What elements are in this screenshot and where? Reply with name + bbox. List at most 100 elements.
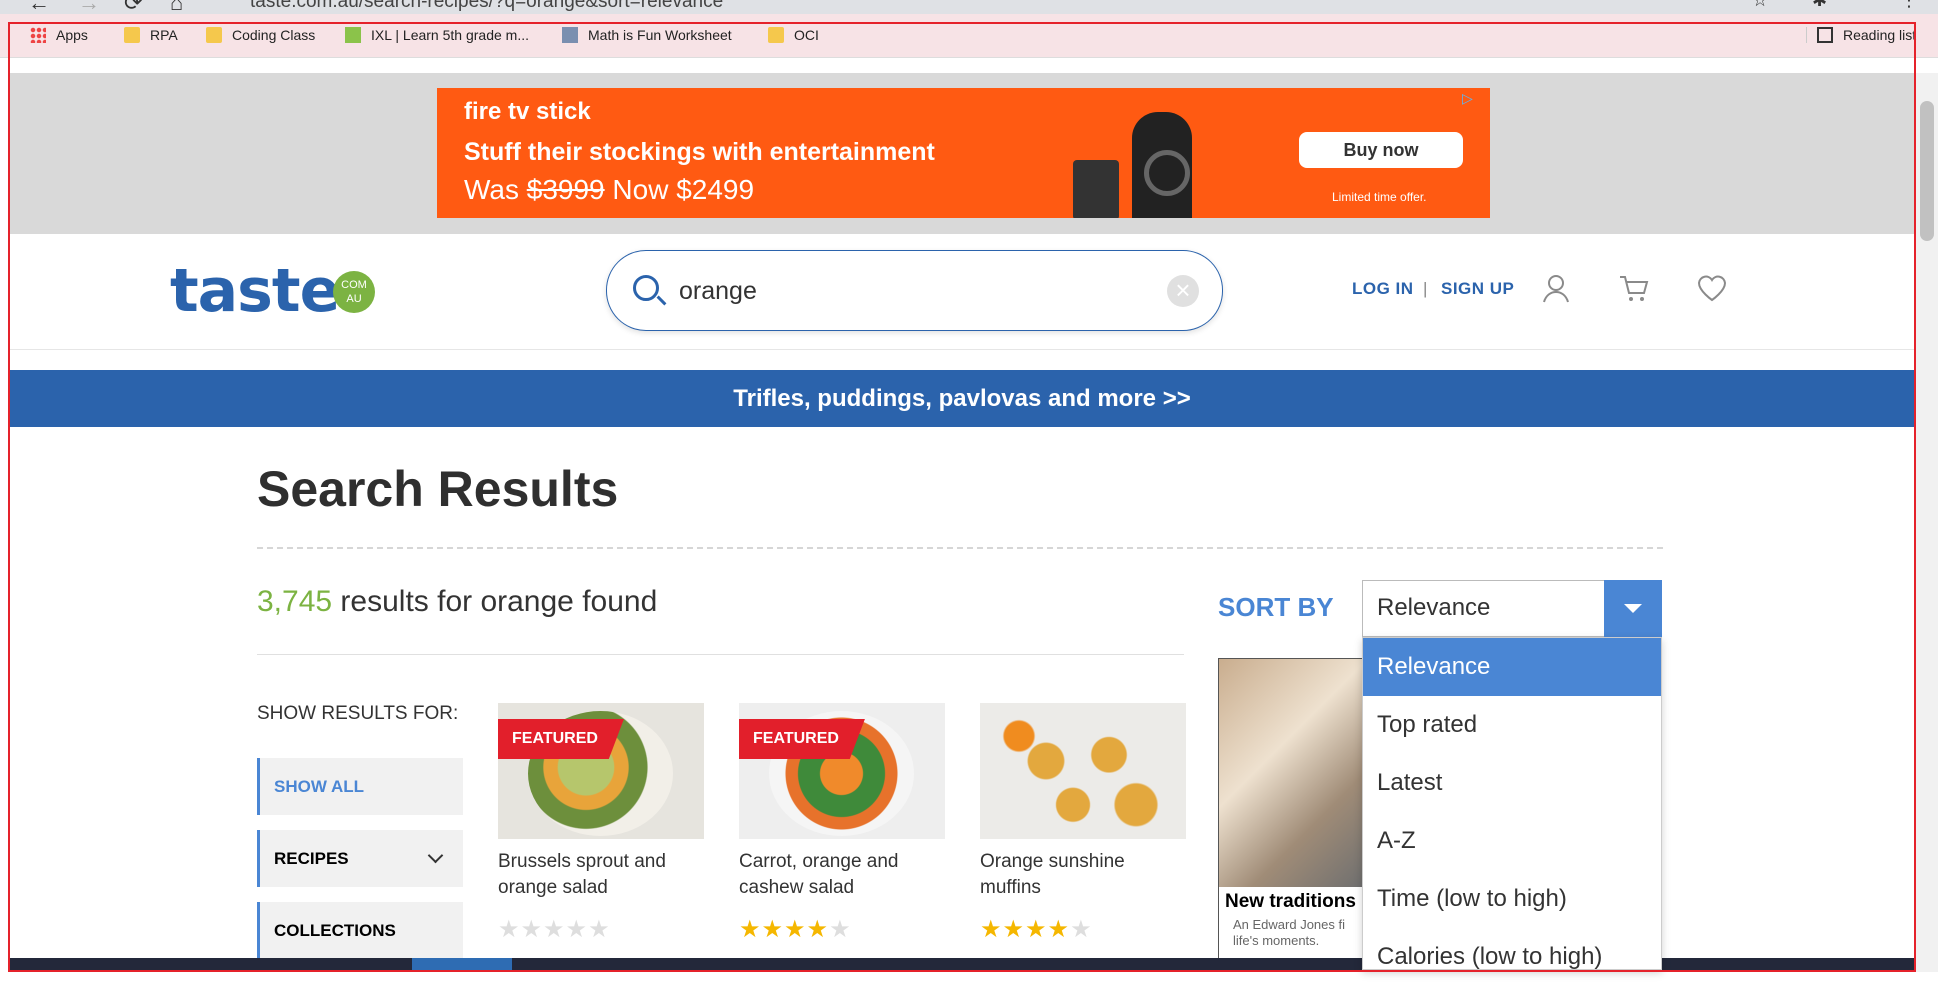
signup-link[interactable]: SIGN UP	[1441, 279, 1514, 299]
reading-list-icon	[1817, 27, 1833, 43]
sort-dropdown-menu: Relevance Top rated Latest A-Z Time (low…	[1362, 637, 1662, 970]
filter-show-all[interactable]: SHOW ALL	[257, 758, 463, 815]
ad-was-label: Was	[464, 174, 527, 205]
sort-option-latest[interactable]: Latest	[1363, 754, 1661, 812]
forward-icon[interactable]: →	[78, 0, 100, 14]
auth-separator: |	[1423, 279, 1428, 298]
side-ad-title: New traditions	[1225, 891, 1356, 912]
extensions-icon[interactable]: ✱	[1812, 0, 1827, 11]
reload-icon[interactable]: ⟳	[124, 0, 142, 14]
bookmark-label: Math is Fun Worksheet	[588, 27, 732, 43]
logo-badge: COM AU	[333, 271, 375, 313]
star-icon: ★★★★★	[498, 916, 611, 943]
recipe-title[interactable]: Brussels sprout and orange salad	[498, 849, 704, 903]
bookmarks-bar: Apps RPA Coding Class IXL | Learn 5th gr…	[0, 14, 1938, 58]
sort-select[interactable]: Relevance	[1362, 580, 1662, 637]
ad-buy-now-button[interactable]: Buy now	[1299, 132, 1463, 168]
sort-option-a-z[interactable]: A-Z	[1363, 812, 1661, 870]
ixl-icon	[345, 27, 361, 43]
recipe-card[interactable]: FEATURED Brussels sprout and orange sala…	[498, 703, 704, 944]
back-icon[interactable]: ←	[28, 0, 50, 14]
search-box[interactable]: ×	[606, 250, 1223, 331]
star-icon: ★	[829, 916, 852, 943]
apps-grid-icon	[30, 27, 46, 43]
home-icon[interactable]: ⌂	[170, 0, 183, 14]
sort-option-calories[interactable]: Calories (low to high)	[1363, 928, 1661, 969]
search-icon[interactable]	[633, 275, 659, 301]
clear-search-icon[interactable]: ×	[1167, 275, 1199, 307]
banner-ad[interactable]: fire tv stick Stuff their stockings with…	[437, 88, 1490, 218]
adchoices-icon[interactable]: ▷	[1462, 90, 1480, 108]
filter-label: RECIPES	[274, 849, 349, 868]
recipe-card[interactable]: FEATURED Carrot, orange and cashew salad…	[739, 703, 945, 944]
folder-icon	[206, 27, 222, 43]
cart-icon[interactable]	[1618, 272, 1650, 304]
reading-list[interactable]: Reading list	[1806, 27, 1916, 43]
remote-image	[1132, 112, 1192, 218]
results-divider	[257, 654, 1184, 655]
star-rating: ★★★★★	[980, 915, 1186, 944]
star-icon: ★★★★	[739, 916, 830, 943]
menu-icon[interactable]: ⋮	[1900, 0, 1918, 11]
bookmark-label: Apps	[56, 27, 88, 43]
search-input[interactable]	[679, 271, 1139, 311]
star-icon: ★★★★	[980, 916, 1071, 943]
site-logo[interactable]: taste	[170, 256, 340, 326]
result-count-text: results for orange found	[332, 585, 658, 618]
folder-icon	[768, 27, 784, 43]
ad-note: Limited time offer.	[1332, 190, 1427, 204]
filter-recipes[interactable]: RECIPES	[257, 830, 463, 887]
recipe-card[interactable]: Orange sunshine muffins ★★★★★	[980, 703, 1186, 944]
bookmark-label: OCI	[794, 27, 819, 43]
taskbar-button[interactable]	[412, 958, 512, 972]
bookmark-apps[interactable]: Apps	[30, 27, 88, 43]
bookmark-label: RPA	[150, 27, 178, 43]
recipe-title[interactable]: Carrot, orange and cashew salad	[739, 849, 945, 903]
ad-now-label: Now	[604, 174, 677, 205]
recipe-image[interactable]: FEATURED	[498, 703, 704, 839]
side-ad-text: An Edward Jones fi life's moments.	[1233, 917, 1346, 948]
bookmark-label: IXL | Learn 5th grade m...	[371, 27, 529, 43]
scrollbar-thumb[interactable]	[1920, 101, 1934, 241]
account-icon[interactable]	[1540, 272, 1572, 304]
ad-now-price: $2499	[676, 174, 755, 205]
bookmark-rpa[interactable]: RPA	[124, 27, 178, 43]
browser-url-bar[interactable]: ← → ⟳ ⌂ taste.com.au/search-recipes/?q=o…	[0, 0, 1938, 14]
filter-heading: SHOW RESULTS FOR:	[257, 703, 459, 724]
bookmark-ixl[interactable]: IXL | Learn 5th grade m...	[345, 27, 529, 43]
filter-collections[interactable]: COLLECTIONS	[257, 902, 463, 959]
result-count: 3,745 results for orange found	[257, 585, 657, 619]
recipe-image[interactable]	[980, 703, 1186, 839]
chevron-down-icon[interactable]	[427, 847, 444, 864]
bookmark-oci[interactable]: OCI	[768, 27, 819, 43]
login-link[interactable]: LOG IN	[1352, 279, 1414, 299]
url-text[interactable]: taste.com.au/search-recipes/?q=orange&so…	[250, 0, 723, 13]
star-rating: ★★★★★	[498, 915, 704, 944]
bookmark-math-is-fun[interactable]: Math is Fun Worksheet	[562, 27, 732, 43]
ad-price: Was $3999 Now $2499	[464, 174, 754, 206]
side-ad[interactable]: New traditions An Edward Jones fi life's…	[1218, 658, 1364, 960]
side-ad-image	[1219, 659, 1363, 887]
recipe-title[interactable]: Orange sunshine muffins	[980, 849, 1186, 903]
bookmark-coding-class[interactable]: Coding Class	[206, 27, 315, 43]
sort-option-top-rated[interactable]: Top rated	[1363, 696, 1661, 754]
bookmark-star-icon[interactable]: ☆	[1752, 0, 1768, 11]
featured-badge: FEATURED	[739, 719, 865, 759]
promo-banner[interactable]: Trifles, puddings, pavlovas and more >>	[8, 370, 1916, 427]
folder-icon	[124, 27, 140, 43]
featured-badge: FEATURED	[498, 719, 624, 759]
sort-selected-value: Relevance	[1377, 594, 1491, 621]
bookmark-label: Coding Class	[232, 27, 316, 43]
recipe-image[interactable]: FEATURED	[739, 703, 945, 839]
sort-label: SORT BY	[1218, 592, 1334, 622]
sort-option-time[interactable]: Time (low to high)	[1363, 870, 1661, 928]
math-is-fun-icon	[562, 27, 578, 43]
ad-headline: Stuff their stockings with entertainment	[464, 138, 935, 166]
favourites-heart-icon[interactable]	[1696, 272, 1728, 304]
result-count-number: 3,745	[257, 585, 333, 618]
sort-option-relevance[interactable]: Relevance	[1363, 638, 1661, 696]
page-scrollbar[interactable]	[1916, 73, 1938, 972]
fire-stick-image	[1073, 160, 1119, 218]
dropdown-arrow-icon[interactable]	[1604, 580, 1662, 637]
page-title: Search Results	[257, 461, 619, 517]
